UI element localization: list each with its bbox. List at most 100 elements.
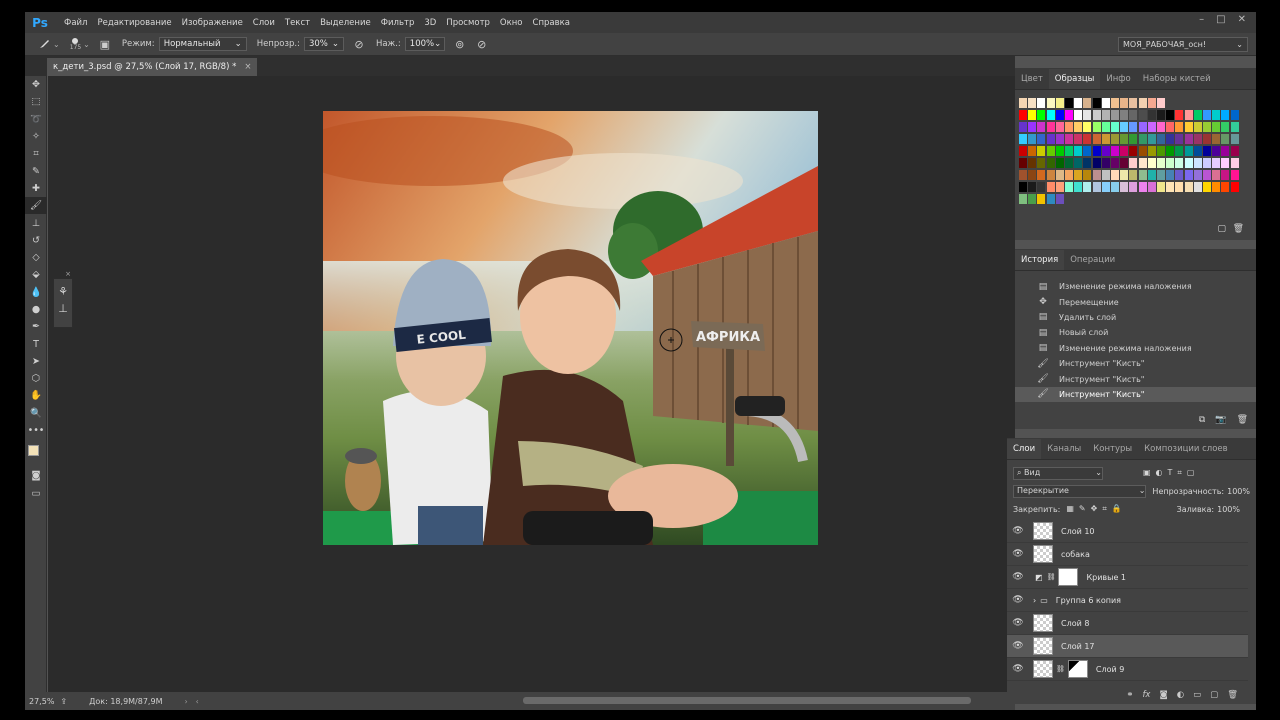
chevron-right-icon[interactable]: ›	[184, 697, 187, 706]
color-swatch[interactable]	[1019, 98, 1027, 108]
color-swatch[interactable]	[1157, 158, 1165, 168]
menu-view[interactable]: Просмотр	[441, 18, 495, 28]
color-swatch[interactable]	[1203, 158, 1211, 168]
color-swatch[interactable]	[1221, 146, 1230, 156]
color-swatch[interactable]	[1019, 110, 1027, 120]
color-swatch[interactable]	[1166, 170, 1175, 180]
color-swatch[interactable]	[1184, 158, 1193, 168]
color-swatch[interactable]	[1083, 98, 1092, 108]
color-swatch[interactable]	[1046, 182, 1055, 192]
color-swatch[interactable]	[1037, 110, 1046, 120]
color-swatch[interactable]	[1129, 158, 1138, 168]
color-swatch[interactable]	[1212, 182, 1221, 192]
color-swatch[interactable]	[1074, 134, 1083, 144]
layer-opacity-value[interactable]: 100%	[1227, 487, 1250, 496]
color-swatch[interactable]	[1101, 182, 1110, 192]
chain-icon[interactable]: ⛓	[1047, 573, 1056, 581]
trash-icon[interactable]: 🗑	[1227, 690, 1238, 700]
path-selection-tool-icon[interactable]: ➤	[25, 353, 47, 370]
color-swatch[interactable]	[1019, 146, 1027, 156]
color-swatch[interactable]	[1101, 146, 1110, 156]
color-swatch[interactable]	[1055, 170, 1064, 180]
color-swatch[interactable]	[1129, 182, 1138, 192]
chain-icon[interactable]: ⛓	[1056, 665, 1065, 673]
color-swatch[interactable]	[1111, 122, 1119, 132]
color-swatch[interactable]	[1028, 194, 1037, 204]
menu-edit[interactable]: Редактирование	[92, 18, 176, 28]
color-swatch[interactable]	[1037, 146, 1046, 156]
color-swatch[interactable]	[1074, 182, 1083, 192]
eye-icon[interactable]: 👁	[1011, 595, 1025, 605]
blur-tool-icon[interactable]: 💧	[25, 284, 47, 301]
move-tool-icon[interactable]: ✥	[25, 76, 47, 93]
color-swatch[interactable]	[1166, 134, 1175, 144]
opacity-field[interactable]: 30% ⌄	[303, 37, 344, 51]
color-swatch[interactable]	[1221, 110, 1230, 120]
color-swatch[interactable]	[1074, 146, 1083, 156]
color-swatch[interactable]	[1111, 98, 1119, 108]
layer-mask-thumbnail[interactable]	[1058, 568, 1079, 586]
color-swatch[interactable]	[1046, 134, 1055, 144]
color-swatch[interactable]	[1046, 170, 1055, 180]
color-swatch[interactable]	[1028, 110, 1037, 120]
fx-icon[interactable]: fx	[1142, 690, 1150, 700]
chevron-right-icon[interactable]: ›	[1033, 596, 1036, 605]
color-swatch[interactable]	[1203, 110, 1211, 120]
color-swatch[interactable]	[1055, 110, 1064, 120]
canvas-area[interactable]: АФРИКА E COOL	[48, 76, 1015, 692]
panel-close-icon[interactable]: ×	[65, 270, 71, 278]
color-swatch[interactable]	[1203, 170, 1211, 180]
color-swatch[interactable]	[1175, 134, 1184, 144]
color-swatch[interactable]	[1101, 134, 1110, 144]
stamp-icon[interactable]: ⊥	[54, 302, 72, 315]
color-swatch[interactable]	[1074, 158, 1083, 168]
export-icon[interactable]: ⇪	[60, 697, 67, 706]
color-swatch[interactable]	[1184, 110, 1193, 120]
color-swatch[interactable]	[1175, 122, 1184, 132]
zoom-level[interactable]: 27,5%	[29, 697, 54, 706]
color-swatch[interactable]	[1083, 158, 1092, 168]
color-swatch[interactable]	[1230, 110, 1239, 120]
layer-thumbnail[interactable]	[1033, 545, 1053, 563]
color-swatch[interactable]	[1129, 122, 1138, 132]
color-swatch[interactable]	[1193, 110, 1202, 120]
color-swatch[interactable]	[1055, 182, 1064, 192]
color-swatch[interactable]	[1138, 98, 1147, 108]
color-swatch[interactable]	[1046, 146, 1055, 156]
color-swatch[interactable]	[1028, 158, 1037, 168]
color-swatch[interactable]	[1037, 122, 1046, 132]
color-swatch[interactable]	[1028, 170, 1037, 180]
color-swatch[interactable]	[1055, 98, 1064, 108]
new-group-icon[interactable]: ▭	[1193, 690, 1201, 700]
trash-icon[interactable]: 🗑	[1237, 415, 1248, 425]
dodge-tool-icon[interactable]: ●	[25, 301, 47, 318]
color-swatch[interactable]	[1230, 134, 1239, 144]
more-tools-icon[interactable]: •••	[25, 422, 47, 439]
history-state[interactable]: ✥ Перемещение	[1015, 294, 1256, 309]
color-swatch[interactable]	[1147, 170, 1156, 180]
color-swatch[interactable]	[1129, 110, 1138, 120]
color-swatch[interactable]	[1083, 122, 1092, 132]
color-swatch[interactable]	[1037, 170, 1046, 180]
screen-mode-icon[interactable]: ▭	[25, 485, 47, 502]
color-swatch[interactable]	[1221, 122, 1230, 132]
color-swatch[interactable]	[1193, 122, 1202, 132]
color-swatch[interactable]	[1157, 182, 1165, 192]
layer-row[interactable]: 👁 Слой 8	[1007, 612, 1248, 635]
layer-thumbnail[interactable]	[1033, 660, 1053, 678]
color-swatch[interactable]	[1074, 110, 1083, 120]
color-swatch[interactable]	[1230, 146, 1239, 156]
color-swatch[interactable]	[1212, 158, 1221, 168]
eyedropper-tool-icon[interactable]: ✎	[25, 162, 47, 179]
history-state[interactable]: ▤ Новый слой	[1015, 325, 1256, 340]
tab-layer-comps[interactable]: Композиции слоев	[1138, 444, 1234, 459]
layer-thumbnail[interactable]	[1033, 637, 1053, 655]
color-swatch[interactable]	[1083, 182, 1092, 192]
color-swatch[interactable]	[1046, 110, 1055, 120]
color-swatch[interactable]	[1092, 122, 1101, 132]
color-swatch[interactable]	[1166, 158, 1175, 168]
layer-fill-value[interactable]: 100%	[1217, 505, 1240, 514]
color-swatch[interactable]	[1129, 98, 1138, 108]
color-swatch[interactable]	[1203, 134, 1211, 144]
color-swatch[interactable]	[1138, 170, 1147, 180]
